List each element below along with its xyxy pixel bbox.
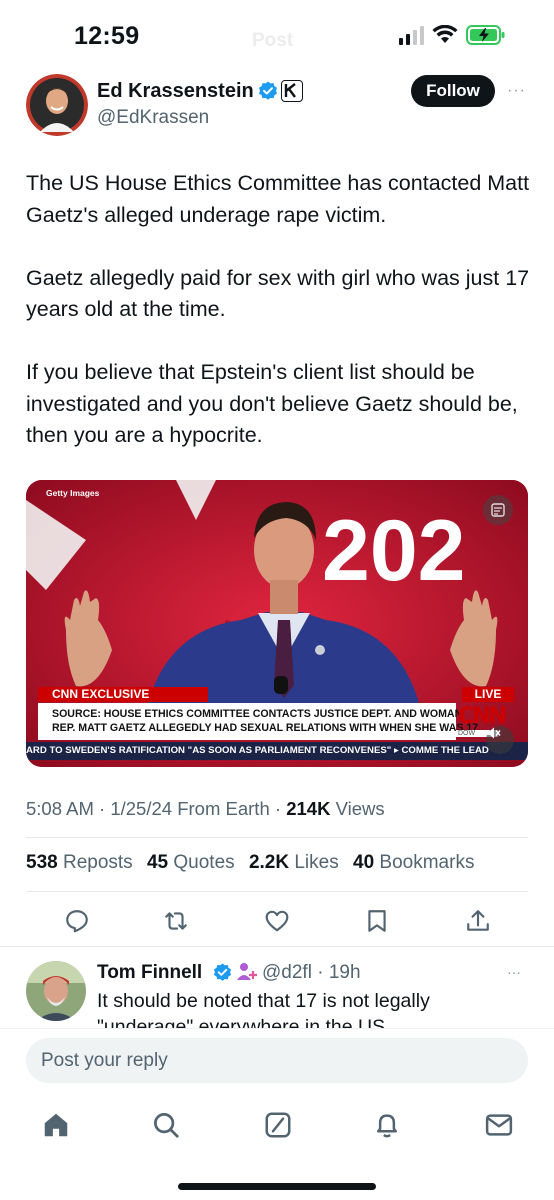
tweet-paragraph: The US House Ethics Committee has contac… xyxy=(26,171,530,227)
follow-button[interactable]: Follow xyxy=(411,75,495,107)
affiliation-badge-icon xyxy=(281,80,303,102)
likes-stat[interactable]: 2.2K Likes xyxy=(249,852,339,873)
status-bar: 12:59 Post xyxy=(0,0,554,70)
bookmark-icon[interactable] xyxy=(364,908,390,934)
bookmarks-count: 40 xyxy=(353,852,375,873)
chyron-headline: SOURCE: HOUSE ETHICS COMMITTEE CONTACTS … xyxy=(38,703,479,740)
like-icon[interactable] xyxy=(264,908,290,934)
cellular-signal-icon xyxy=(399,25,424,45)
tweet-time: 5:08 AM xyxy=(26,798,94,819)
header-title-faded: Post xyxy=(252,30,294,51)
tweet-meta: 5:08 AM · 1/25/24 From Earth · 214K View… xyxy=(26,798,385,819)
battery-charging-icon xyxy=(466,25,505,45)
author-name[interactable]: Ed Krassenstein xyxy=(97,80,254,103)
notifications-icon[interactable] xyxy=(372,1110,402,1140)
divider xyxy=(26,837,528,838)
reposts-label: Reposts xyxy=(62,852,133,873)
likes-count: 2.2K xyxy=(248,852,290,873)
reply-age: 19h xyxy=(328,962,361,983)
wifi-icon xyxy=(432,25,458,43)
tweet-paragraph: Gaetz allegedly paid for sex with girl w… xyxy=(26,265,530,322)
live-badge: LIVE xyxy=(462,687,514,702)
divider xyxy=(0,946,554,947)
reply-item[interactable]: Tom Finnell @d2fl · 19h ··· It should be… xyxy=(0,948,554,1028)
news-ticker: ARD TO SWEDEN'S RATIFICATION "AS SOON AS… xyxy=(26,742,528,760)
home-icon[interactable] xyxy=(41,1110,71,1140)
status-icons xyxy=(399,24,506,46)
captions-icon[interactable] xyxy=(483,495,513,525)
tweet-media-video[interactable]: 202 Getty Images CNN EXCLUSIVE LIVE SOUR… xyxy=(26,480,528,767)
tweet-header: Ed Krassenstein @EdKrassen Follow ··· xyxy=(0,72,554,136)
tweet-source: From Earth xyxy=(177,798,270,819)
grok-icon[interactable] xyxy=(263,1110,293,1140)
bookmarks-stat[interactable]: 40 Bookmarks xyxy=(353,852,474,873)
more-options-icon[interactable]: ··· xyxy=(507,82,526,100)
quotes-stat[interactable]: 45 Quotes xyxy=(147,852,235,873)
verified-badge-icon xyxy=(213,963,232,981)
search-icon[interactable] xyxy=(151,1110,181,1140)
cnn-exclusive-badge: CNN EXCLUSIVE xyxy=(38,687,208,702)
tweet-stats: 538 Reposts 45 Quotes 2.2K Likes 40 Book… xyxy=(26,852,474,874)
repost-icon[interactable] xyxy=(163,908,189,934)
bottom-tab-bar xyxy=(0,1090,554,1160)
messages-icon[interactable] xyxy=(484,1110,514,1140)
tweet-text: The US House Ethics Committee has contac… xyxy=(26,168,536,483)
reply-composer: Post your reply xyxy=(0,1028,554,1090)
likes-label: Likes xyxy=(294,852,339,873)
views-count: 214K xyxy=(286,798,331,819)
verified-badge-icon xyxy=(259,81,277,100)
home-indicator xyxy=(178,1183,376,1190)
tweet-date: 1/25/24 xyxy=(110,798,173,819)
divider xyxy=(26,891,528,892)
reposts-count: 538 xyxy=(26,852,58,873)
author-avatar[interactable] xyxy=(26,74,88,136)
reply-avatar[interactable] xyxy=(26,961,86,1021)
reply-input[interactable]: Post your reply xyxy=(26,1038,528,1083)
pride-badge-icon xyxy=(237,963,257,980)
reply-author-name[interactable]: Tom Finnell xyxy=(97,962,202,984)
getty-watermark: Getty Images xyxy=(46,488,100,498)
share-icon[interactable] xyxy=(465,908,491,934)
mute-toggle-icon[interactable] xyxy=(486,726,514,754)
author-handle[interactable]: @EdKrassen xyxy=(97,107,209,129)
reply-author-handle[interactable]: @d2fl xyxy=(262,962,312,983)
reply-icon[interactable] xyxy=(64,908,90,934)
chyron-line: REP. MATT GAETZ ALLEGEDLY HAD SEXUAL REL… xyxy=(52,722,479,734)
status-time: 12:59 xyxy=(74,22,140,50)
quotes-label: Quotes xyxy=(173,852,235,873)
backdrop-text: 202 xyxy=(322,503,466,599)
chyron-line: SOURCE: HOUSE ETHICS COMMITTEE CONTACTS … xyxy=(52,708,463,720)
tweet-action-bar xyxy=(0,898,554,944)
quotes-count: 45 xyxy=(146,852,169,873)
views-label: Views xyxy=(335,798,385,819)
bookmarks-label: Bookmarks xyxy=(379,852,475,873)
tweet-paragraph: If you believe that Epstein's client lis… xyxy=(26,360,518,447)
reply-more-options-icon[interactable]: ··· xyxy=(507,964,521,980)
reply-handle-line: @d2fl · 19h xyxy=(262,962,361,983)
reposts-stat[interactable]: 538 Reposts xyxy=(26,852,133,873)
reply-text: It should be noted that 17 is not legall… xyxy=(97,990,430,1028)
